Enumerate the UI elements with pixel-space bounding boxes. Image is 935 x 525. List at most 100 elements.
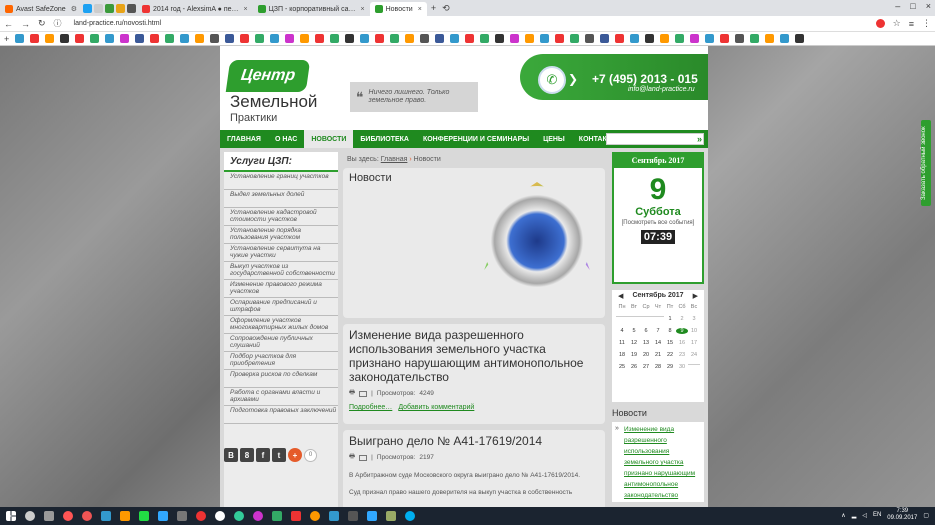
tab-icon[interactable]: [104, 3, 114, 13]
chevron-up-icon[interactable]: ∧: [841, 512, 845, 519]
add-bookmark-icon[interactable]: +: [4, 34, 9, 44]
bookmark-icon[interactable]: [645, 34, 655, 43]
new-tab-icon[interactable]: +: [431, 3, 436, 13]
all-events-link[interactable]: [Посмотреть все события]: [614, 220, 702, 226]
bookmark-icon[interactable]: [120, 34, 130, 43]
close-icon[interactable]: ×: [418, 6, 422, 13]
extension-icon[interactable]: ≡: [909, 19, 914, 29]
calendar-day[interactable]: 7: [652, 328, 664, 334]
bookmark-icon[interactable]: [390, 34, 400, 43]
bookmark-icon[interactable]: [195, 34, 205, 43]
bookmark-icon[interactable]: [690, 34, 700, 43]
notifications-icon[interactable]: ▢: [923, 512, 929, 519]
bookmark-icon[interactable]: [495, 34, 505, 43]
bookmark-icon[interactable]: [75, 34, 85, 43]
bookmark-icon[interactable]: [660, 34, 670, 43]
bookmark-icon[interactable]: [795, 34, 805, 43]
bookmark-icon[interactable]: [705, 34, 715, 43]
bookmark-icon[interactable]: [465, 34, 475, 43]
bookmark-icon[interactable]: [720, 34, 730, 43]
network-icon[interactable]: ▂: [852, 512, 857, 519]
bookmark-icon[interactable]: [180, 34, 190, 43]
opera-icon[interactable]: [63, 511, 73, 521]
prev-month-icon[interactable]: ◀: [618, 292, 623, 300]
bookmark-icon[interactable]: [210, 34, 220, 43]
service-link[interactable]: Подбор участков для приобретения: [224, 352, 338, 370]
tab-novosti[interactable]: Новости ×: [369, 2, 427, 16]
app-icon[interactable]: [272, 511, 282, 521]
calendar-day[interactable]: 5: [628, 328, 640, 334]
calendar-day[interactable]: 21: [652, 352, 664, 358]
menu-item-conferences[interactable]: КОНФЕРЕНЦИИ И СЕМИНАРЫ: [416, 130, 536, 148]
email-icon[interactable]: [359, 390, 368, 397]
bookmark-icon[interactable]: [90, 34, 100, 43]
app-icon[interactable]: [139, 511, 149, 521]
search-input[interactable]: »: [606, 133, 704, 145]
bookmark-icon[interactable]: [555, 34, 565, 43]
email-icon[interactable]: [359, 454, 368, 461]
calendar-day[interactable]: 9: [676, 328, 688, 334]
service-link[interactable]: Установление границ участков: [224, 172, 338, 190]
odnoklassniki-icon[interactable]: 8: [240, 448, 254, 462]
calendar-day[interactable]: 19: [628, 352, 640, 358]
app-icon[interactable]: [253, 511, 263, 521]
bookmark-icon[interactable]: [780, 34, 790, 43]
app-icon[interactable]: [291, 511, 301, 521]
tab-alexsima[interactable]: 2014 год - AlexsimA ● пе… ×: [137, 2, 253, 16]
menu-item-library[interactable]: БИБЛИОТЕКА: [353, 130, 416, 148]
skype-icon[interactable]: [405, 511, 415, 521]
bookmark-icon[interactable]: [30, 34, 40, 43]
close-window-icon[interactable]: ×: [926, 1, 931, 11]
calendar-day[interactable]: 8: [664, 328, 676, 334]
calendar-day[interactable]: 1: [664, 316, 676, 322]
bookmark-icon[interactable]: [585, 34, 595, 43]
calendar-day[interactable]: 27: [640, 364, 652, 370]
add-comment-link[interactable]: Добавить комментарий: [398, 404, 474, 411]
service-link[interactable]: Установление сервитута на чужие участки: [224, 244, 338, 262]
bookmark-icon[interactable]: [630, 34, 640, 43]
tab-czp[interactable]: ЦЗП - корпоративный са… ×: [253, 2, 370, 16]
service-link[interactable]: Установление кадастровой стоимости участ…: [224, 208, 338, 226]
bookmark-icon[interactable]: [480, 34, 490, 43]
bookmark-icon[interactable]: [735, 34, 745, 43]
calendar-day[interactable]: 18: [616, 352, 628, 358]
facebook-icon[interactable]: f: [256, 448, 270, 462]
menu-item-about[interactable]: О НАС: [268, 130, 304, 148]
bookmark-icon[interactable]: [570, 34, 580, 43]
logo[interactable]: Центр: [225, 60, 311, 92]
calendar-day[interactable]: 6: [640, 328, 652, 334]
service-link[interactable]: Оспаривание предписаний и штрафов: [224, 298, 338, 316]
calendar-day[interactable]: 4: [616, 328, 628, 334]
bookmark-icon[interactable]: [225, 34, 235, 43]
bookmark-icon[interactable]: [405, 34, 415, 43]
forward-icon[interactable]: →: [21, 19, 30, 29]
bookmark-icon[interactable]: [300, 34, 310, 43]
tab-settings-icon[interactable]: ⚙: [71, 5, 77, 13]
bookmark-icon[interactable]: [600, 34, 610, 43]
bookmark-icon[interactable]: [330, 34, 340, 43]
app-icon[interactable]: [177, 511, 187, 521]
phone-number[interactable]: +7 (495) 2013 - 015: [592, 72, 698, 86]
clock[interactable]: 7:39 09.09.2017: [887, 508, 917, 522]
service-link[interactable]: Установление порядка пользования участко…: [224, 226, 338, 244]
app-icon[interactable]: [329, 511, 339, 521]
bookmark-icon[interactable]: [525, 34, 535, 43]
email-link[interactable]: info@land-practice.ru: [628, 86, 695, 93]
share-plus-icon[interactable]: +: [288, 448, 302, 462]
calendar-day[interactable]: 3: [688, 316, 700, 322]
bookmark-icon[interactable]: [105, 34, 115, 43]
app-icon[interactable]: [120, 511, 130, 521]
app-icon[interactable]: [101, 511, 111, 521]
service-link[interactable]: Оформление участков многоквартирных жилы…: [224, 316, 338, 334]
history-icon[interactable]: ⟲: [442, 3, 450, 14]
bookmark-icon[interactable]: [750, 34, 760, 43]
tab-icon[interactable]: [115, 3, 125, 13]
language-indicator[interactable]: EN: [873, 512, 881, 518]
calendar-day[interactable]: 13: [640, 340, 652, 346]
service-link[interactable]: Проверка рисков по сделкам: [224, 370, 338, 388]
menu-icon[interactable]: ⋮: [922, 18, 931, 29]
volume-icon[interactable]: ◁: [862, 512, 867, 519]
bookmark-icon[interactable]: [675, 34, 685, 43]
start-icon[interactable]: [6, 511, 16, 521]
calendar-day[interactable]: 2: [676, 316, 688, 322]
